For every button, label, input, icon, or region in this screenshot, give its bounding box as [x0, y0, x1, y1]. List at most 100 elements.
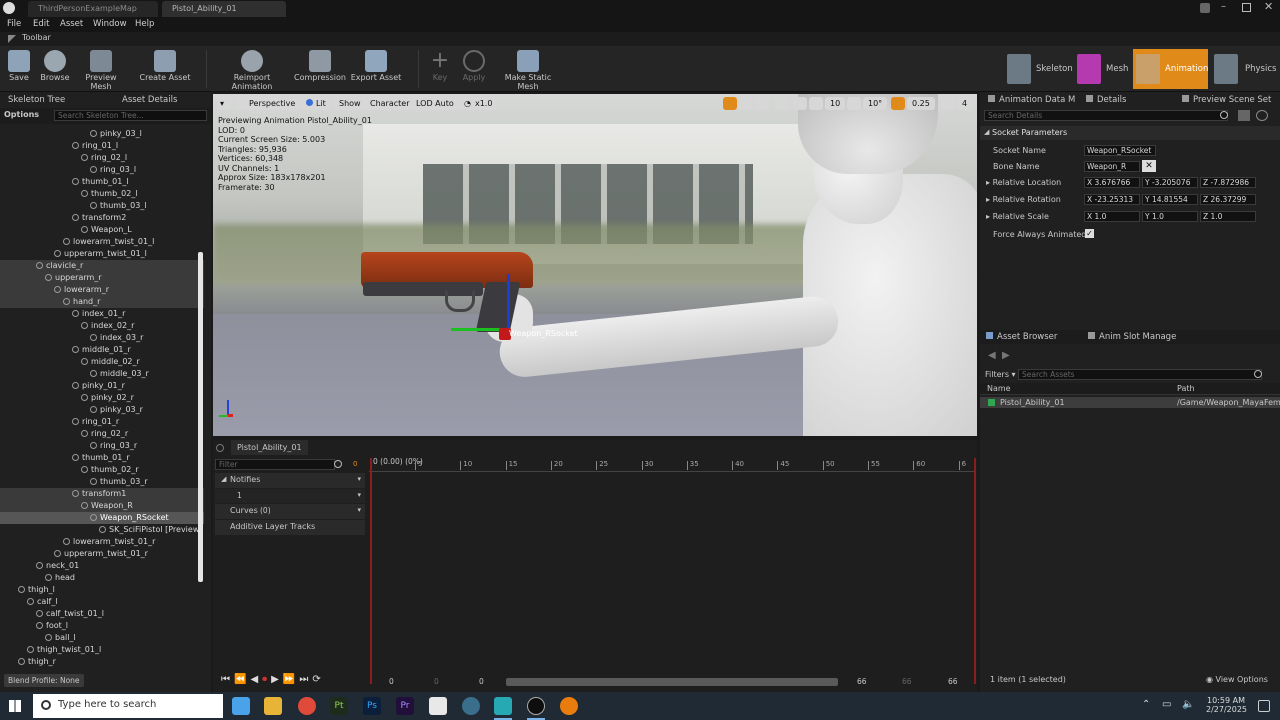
- rotation-x-field[interactable]: X -23.25313: [1084, 194, 1140, 205]
- photoshop-icon[interactable]: Ps: [363, 697, 381, 715]
- globe-app-icon[interactable]: [462, 697, 480, 715]
- force-always-animated-checkbox[interactable]: ✓: [1085, 229, 1094, 238]
- notifies-track[interactable]: ◢ Notifies ▾: [215, 473, 365, 488]
- location-y-field[interactable]: Y -3.205076: [1142, 177, 1198, 188]
- maximize-button[interactable]: [1242, 3, 1251, 12]
- notify-track-row[interactable]: 1 ▾: [215, 489, 365, 503]
- bone-tree-row[interactable]: lowerarm_twist_01_r: [0, 536, 204, 548]
- record-icon[interactable]: ⏺: [262, 674, 271, 685]
- bone-tree-row[interactable]: thumb_01_l: [0, 176, 204, 188]
- bone-tree-row[interactable]: middle_02_r: [0, 356, 204, 368]
- rotation-snap-icon[interactable]: [847, 97, 861, 110]
- network-icon[interactable]: ▭: [1162, 699, 1171, 710]
- bone-tree-row[interactable]: middle_01_r: [0, 344, 204, 356]
- menu-window[interactable]: Window: [93, 17, 127, 32]
- lod-button[interactable]: LOD Auto: [411, 97, 459, 110]
- timeline-ruler[interactable]: 0 (0.00) (0%) 5 10 15 20 25 30 35 40 45 50 55 60 6: [369, 457, 975, 472]
- premiere-icon[interactable]: Pr: [396, 697, 414, 715]
- menu-edit[interactable]: Edit: [33, 17, 49, 32]
- bone-tree-row[interactable]: index_02_r: [0, 320, 204, 332]
- windows-start-icon[interactable]: [9, 700, 21, 712]
- create-asset-button[interactable]: Create Asset: [138, 48, 192, 90]
- bone-tree-row[interactable]: thigh_l: [0, 584, 204, 596]
- rotate-icon[interactable]: [739, 97, 753, 110]
- socket-parameters-header[interactable]: ◢ Socket Parameters: [980, 126, 1280, 140]
- bone-tree-row[interactable]: thigh_twist_01_l: [0, 644, 204, 656]
- bone-tree-row[interactable]: foot_l: [0, 620, 204, 632]
- bone-tree-row[interactable]: transform1: [0, 488, 204, 500]
- bone-tree-row[interactable]: lowerarm_twist_01_l: [0, 236, 204, 248]
- lit-button[interactable]: Lit: [301, 97, 331, 110]
- playback-speed-button[interactable]: ◔ x1.0: [459, 97, 498, 110]
- details-search-input[interactable]: Search Details: [984, 110, 1228, 121]
- substance-icon[interactable]: [429, 697, 447, 715]
- bone-tree-row[interactable]: ring_02_l: [0, 152, 204, 164]
- file-explorer-icon[interactable]: [264, 697, 282, 715]
- tree-scrollbar[interactable]: [198, 252, 203, 582]
- tab-animation-data[interactable]: Animation Data M: [988, 93, 1075, 107]
- property-matrix-icon[interactable]: [1238, 110, 1250, 121]
- skip-end-icon[interactable]: ⏭: [299, 674, 312, 685]
- bone-tree-row[interactable]: hand_r: [0, 296, 204, 308]
- bone-tree-row[interactable]: SK_SciFiPistol [Preview: [0, 524, 204, 536]
- scale-x-field[interactable]: X 1.0: [1084, 211, 1140, 222]
- socket-name-field[interactable]: Weapon_RSocket: [1084, 145, 1156, 156]
- blender-icon[interactable]: [560, 697, 578, 715]
- asset-search-input[interactable]: Search Assets: [1018, 369, 1262, 380]
- bone-tree-row[interactable]: pinky_03_r: [0, 404, 204, 416]
- working-range-start[interactable]: 0: [434, 677, 439, 686]
- bone-tree-row[interactable]: transform2: [0, 212, 204, 224]
- compression-button[interactable]: Compression: [294, 48, 346, 90]
- play-reverse-icon[interactable]: ◀: [250, 674, 262, 685]
- bone-tree-row[interactable]: index_03_r: [0, 332, 204, 344]
- loop-icon[interactable]: ⟳: [312, 674, 324, 685]
- location-x-field[interactable]: X 3.676766: [1084, 177, 1140, 188]
- scale-icon[interactable]: [755, 97, 769, 110]
- apply-button[interactable]: Apply: [460, 48, 488, 90]
- rotation-z-field[interactable]: Z 26.37299: [1200, 194, 1256, 205]
- bone-tree-row[interactable]: thumb_03_l: [0, 200, 204, 212]
- tab-asset-details[interactable]: Asset Details: [122, 93, 177, 107]
- save-button[interactable]: Save: [4, 48, 34, 90]
- rotation-snap-value[interactable]: 10°: [863, 97, 888, 110]
- bone-tree-row[interactable]: ring_01_l: [0, 140, 204, 152]
- mode-mesh-button[interactable]: Mesh: [1074, 49, 1132, 89]
- viewport-menu-button[interactable]: ▾: [217, 97, 231, 110]
- character-button[interactable]: Character: [365, 97, 415, 110]
- maya-icon[interactable]: [494, 697, 512, 715]
- view-range-end[interactable]: 66: [948, 677, 958, 686]
- filters-dropdown[interactable]: Filters ▾: [985, 370, 1016, 379]
- view-options-button[interactable]: ◉ View Options: [1206, 675, 1268, 684]
- working-range-end[interactable]: 66: [902, 677, 912, 686]
- scale-z-field[interactable]: Z 1.0: [1200, 211, 1256, 222]
- copilot-icon[interactable]: [232, 697, 250, 715]
- playback-range-start[interactable]: 0: [479, 677, 484, 686]
- bone-tree-row[interactable]: head: [0, 572, 204, 584]
- preview-viewport[interactable]: Weapon_RSocket Previewing Animation Pist…: [213, 94, 977, 436]
- grid-snap-icon[interactable]: [809, 97, 823, 110]
- menu-asset[interactable]: Asset: [60, 17, 83, 32]
- playhead[interactable]: [370, 458, 372, 684]
- column-name[interactable]: Name: [987, 384, 1011, 393]
- grid-snap-value[interactable]: 10: [825, 97, 846, 110]
- timeline-scrollbar[interactable]: [506, 678, 838, 686]
- camera-speed-value[interactable]: 4: [957, 97, 973, 110]
- taskbar-search-box[interactable]: Type here to search: [33, 694, 223, 718]
- perspective-button[interactable]: Perspective: [235, 97, 301, 110]
- view-range-start[interactable]: 0: [389, 677, 394, 686]
- camera-speed-icon[interactable]: [941, 97, 955, 110]
- bone-tree-row[interactable]: ring_03_r: [0, 440, 204, 452]
- play-icon[interactable]: ▶: [271, 674, 283, 685]
- bone-tree-row[interactable]: lowerarm_r: [0, 284, 204, 296]
- scale-snap-icon[interactable]: [891, 97, 905, 110]
- bone-tree-row[interactable]: thumb_03_r: [0, 476, 204, 488]
- tab-preview-scene[interactable]: Preview Scene Set: [1182, 93, 1271, 107]
- bone-tree-row[interactable]: thigh_r: [0, 656, 204, 668]
- bone-tree-row[interactable]: ring_01_r: [0, 416, 204, 428]
- tab-skeleton-tree[interactable]: Skeleton Tree: [8, 93, 65, 107]
- scale-snap-value[interactable]: 0.25: [907, 97, 935, 110]
- bone-tree-row[interactable]: Weapon_R: [0, 500, 204, 512]
- skip-start-icon[interactable]: ⏮: [221, 674, 234, 685]
- menu-help[interactable]: Help: [135, 17, 154, 32]
- menu-file[interactable]: File: [7, 17, 21, 32]
